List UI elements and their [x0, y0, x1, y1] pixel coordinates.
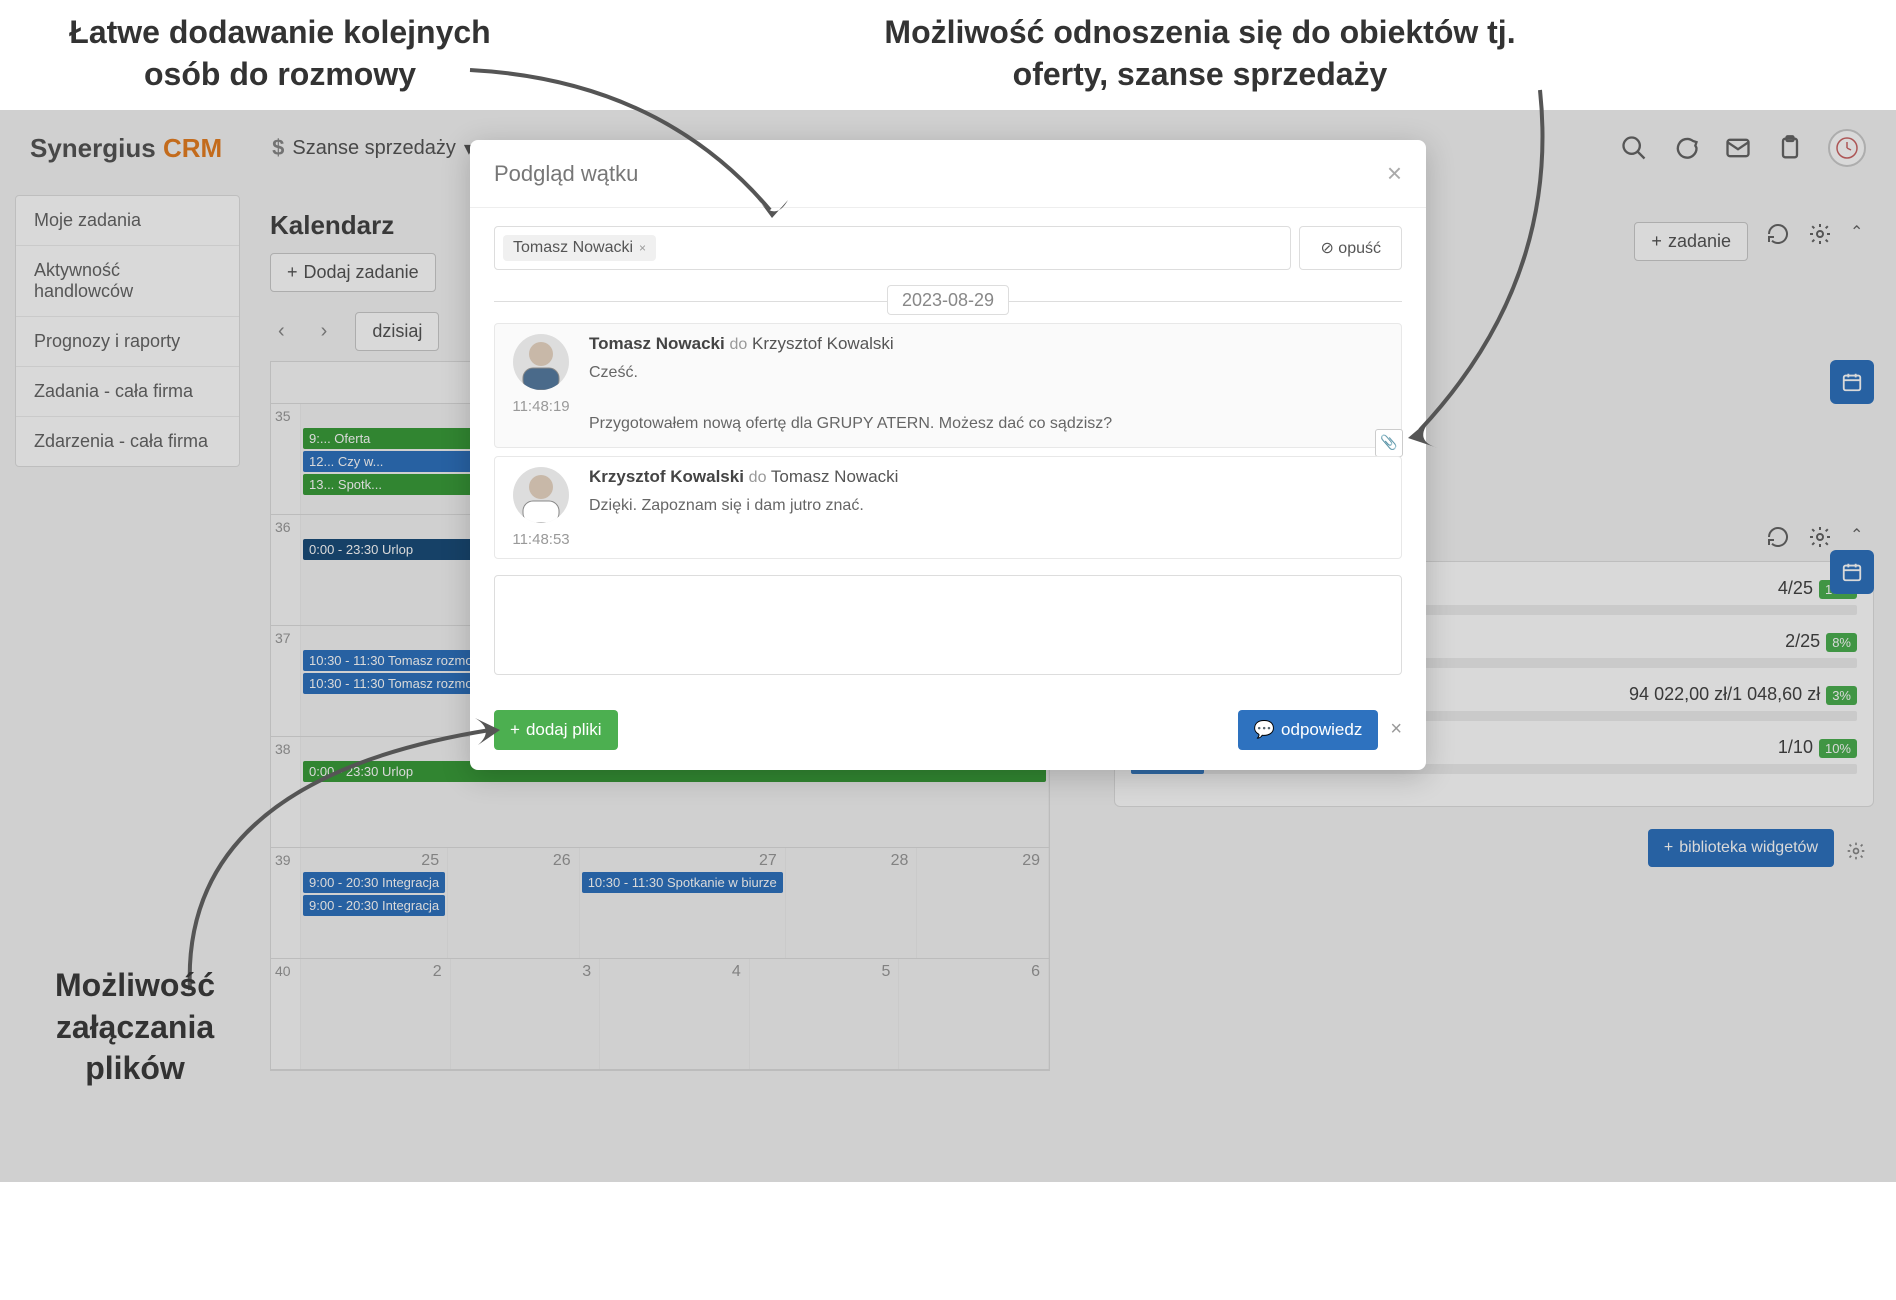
thread-preview-modal: Podgląd wątku × Tomasz Nowacki × ⊘ opuść… [470, 140, 1426, 770]
message-text: Dzięki. Zapoznam się i dam jutro znać. [589, 493, 1391, 519]
message-sender: Tomasz Nowacki [589, 334, 725, 353]
avatar [513, 334, 569, 390]
message-to-label: do [729, 336, 747, 353]
annotation-object-reference: Możliwość odnoszenia się do obiektów tj.… [850, 12, 1550, 95]
chat-icon: 💬 [1254, 720, 1275, 740]
reply-textarea[interactable] [494, 575, 1402, 675]
message-time: 11:48:53 [512, 531, 569, 548]
message-recipient: Tomasz Nowacki [771, 467, 899, 486]
message-sender: Krzysztof Kowalski [589, 467, 744, 486]
close-icon[interactable]: × [1387, 158, 1402, 189]
message-text: Cześć.Przygotowałem nową ofertę dla GRUP… [589, 360, 1391, 437]
message: 11:48:19 Tomasz Nowacki do Krzysztof Kowa… [494, 323, 1402, 448]
participant-chip: Tomasz Nowacki × [503, 235, 656, 261]
message-recipient: Krzysztof Kowalski [752, 334, 894, 353]
remove-chip-icon[interactable]: × [639, 241, 646, 255]
message-time: 11:48:19 [512, 398, 569, 415]
message-to-label: do [749, 469, 767, 486]
modal-title: Podgląd wątku [494, 161, 638, 187]
annotation-attach-files: Możliwość załączania plików [25, 965, 245, 1090]
add-files-button[interactable]: +dodaj pliki [494, 710, 618, 750]
cancel-icon[interactable]: × [1390, 718, 1402, 741]
message: 11:48:53 Krzysztof Kowalski do Tomasz Now… [494, 456, 1402, 559]
date-separator: 2023-08-29 [494, 290, 1402, 311]
avatar [513, 467, 569, 523]
plus-icon: + [510, 720, 520, 740]
reply-button[interactable]: 💬odpowiedz [1238, 710, 1378, 750]
annotation-add-people: Łatwe dodawanie kolejnych osób do rozmow… [30, 12, 530, 95]
leave-icon: ⊘ [1320, 240, 1333, 257]
participants-input[interactable]: Tomasz Nowacki × [494, 226, 1291, 270]
leave-button[interactable]: ⊘ opuść [1299, 226, 1402, 270]
attachment-icon[interactable]: 📎 [1375, 429, 1403, 457]
